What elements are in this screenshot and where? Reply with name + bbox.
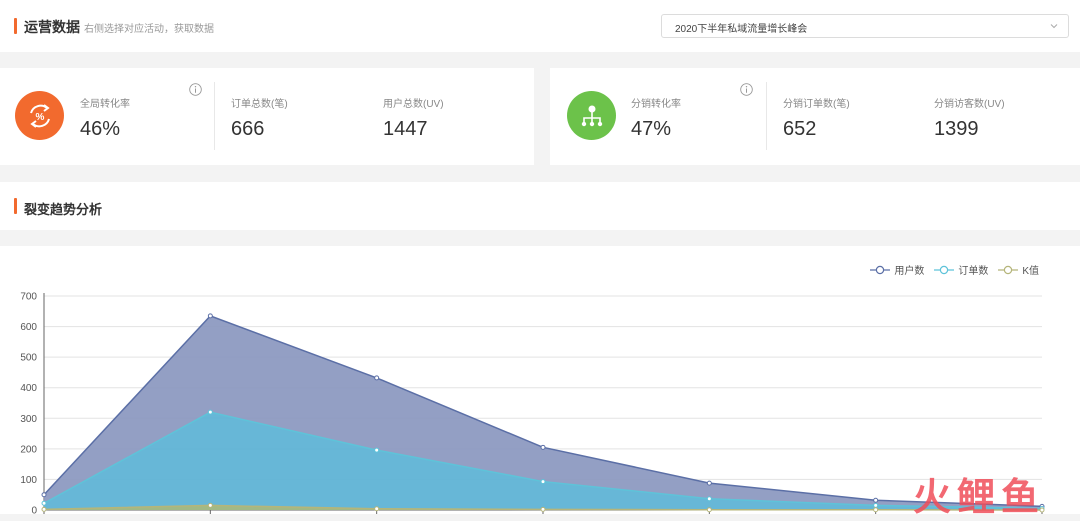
data-point (374, 506, 380, 512)
stat-value: 47% (631, 118, 672, 140)
percent-cycle-icon: % (15, 91, 64, 140)
stat-label: 全局转化率 (80, 99, 130, 110)
page-hint: 右侧选择对应活动，获取数据 (84, 24, 214, 35)
y-tick-label: 300 (20, 414, 37, 425)
stat-value: 666 (231, 118, 265, 140)
stat-overall-conversion: 全局转化率 46% (80, 95, 130, 141)
data-point (540, 479, 546, 485)
stat-distribution-orders: 分销订单数(笔) 652 (783, 95, 850, 141)
section-accent-bar (14, 198, 17, 214)
y-tick-label: 700 (20, 292, 37, 303)
info-icon[interactable] (740, 83, 753, 96)
svg-text:%: % (35, 112, 44, 123)
activity-select-value: 2020下半年私域流量增长峰会 (675, 24, 808, 35)
page-title: 运营数据 (24, 19, 80, 35)
stat-distribution-visitors: 分销访客数(UV) 1399 (934, 95, 1005, 141)
stat-label: 分销订单数(笔) (783, 99, 850, 110)
legend-item[interactable]: 订单数 (934, 262, 988, 277)
legend-marker-icon (870, 265, 891, 274)
y-tick-label: 0 (31, 506, 37, 515)
section-title: 裂变趋势分析 (24, 202, 103, 217)
header-panel: 运营数据 右侧选择对应活动，获取数据 2020下半年私域流量增长峰会 (0, 0, 1080, 52)
data-point (706, 480, 712, 486)
data-point (207, 313, 213, 319)
stat-order-total: 订单总数(笔) 666 (231, 95, 288, 141)
stat-label: 分销转化率 (631, 99, 681, 110)
stat-value: 652 (783, 118, 817, 140)
stat-label: 用户总数(UV) (383, 99, 444, 110)
legend-marker-icon (934, 265, 955, 274)
y-tick-label: 600 (20, 322, 37, 333)
data-point (873, 502, 879, 508)
legend-label: 订单数 (958, 266, 989, 277)
overall-stats-card: % 全局转化率 46% 订单总数(笔) 666 用户总数(UV) 1447 (0, 68, 534, 165)
legend-marker-icon (998, 265, 1019, 274)
data-point (873, 507, 879, 513)
legend-item[interactable]: K值 (998, 262, 1039, 277)
stat-distribution-conversion: 分销转化率 47% (631, 95, 681, 141)
y-tick-label: 100 (20, 475, 37, 486)
stat-value: 1399 (934, 118, 979, 140)
trend-section-header: 裂变趋势分析 (0, 182, 1080, 230)
stat-value: 46% (80, 118, 121, 140)
activity-select[interactable]: 2020下半年私域流量增长峰会 (661, 14, 1069, 38)
data-point (41, 506, 47, 512)
data-point (207, 409, 213, 415)
legend-item[interactable]: 用户数 (870, 262, 924, 277)
y-tick-label: 500 (20, 353, 37, 364)
legend-label: 用户数 (894, 266, 925, 277)
data-point (207, 502, 213, 508)
data-point (374, 375, 380, 381)
data-point (41, 492, 47, 498)
y-tick-label: 200 (20, 444, 37, 455)
info-icon[interactable] (189, 83, 202, 96)
divider (766, 82, 767, 150)
data-point (873, 497, 879, 503)
title-accent-bar (14, 18, 17, 34)
stat-label: 分销访客数(UV) (934, 99, 1005, 110)
divider (214, 82, 215, 150)
watermark-logo: 火鲤鱼 (913, 475, 1046, 519)
stat-user-total: 用户总数(UV) 1447 (383, 95, 444, 141)
data-point (540, 444, 546, 450)
stat-label: 订单总数(笔) (231, 99, 288, 110)
share-tree-icon (567, 91, 616, 140)
data-point (706, 496, 712, 502)
data-point (706, 507, 712, 513)
legend-label: K值 (1022, 266, 1039, 277)
data-point (41, 500, 47, 506)
data-point (374, 447, 380, 453)
data-point (540, 506, 546, 512)
stat-value: 1447 (383, 118, 428, 140)
y-tick-label: 400 (20, 383, 37, 394)
chart-legend: 用户数 订单数 K值 (870, 262, 1039, 277)
chevron-down-icon (1050, 24, 1058, 29)
distribution-stats-card: 分销转化率 47% 分销订单数(笔) 652 分销访客数(UV) 1399 (550, 68, 1080, 165)
